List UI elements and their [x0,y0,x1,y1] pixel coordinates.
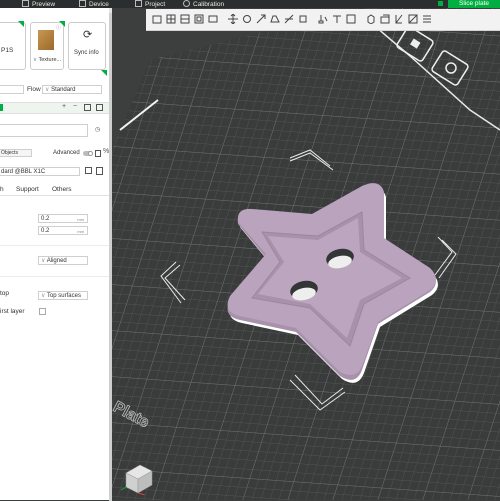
tab-strength[interactable]: h [0,186,4,193]
layer-height-input[interactable]: 0.2 mm [38,214,88,223]
ironing-type-select[interactable]: ∨ Top surfaces [38,291,88,300]
seam-position-select[interactable]: ∨ Aligned [38,256,88,265]
printer-card[interactable]: P1S [0,22,26,70]
add-plate-icon[interactable]: + [62,103,66,110]
build-plate-scene: Plate [112,8,500,500]
filament-corner-marker [59,21,65,27]
split-icon[interactable] [208,14,218,24]
advanced-toggle[interactable] [83,151,93,156]
cut-icon[interactable] [284,14,294,24]
sync-icon: ⟳ [83,29,93,41]
project-icon [135,0,142,7]
objects-toggle[interactable]: Objects [0,149,32,157]
filament-swatch [38,30,54,50]
grid-layout-icon[interactable] [166,14,176,24]
process-preset-select[interactable]: dard @BBL X1C [0,167,80,176]
viewport-toolbar [146,9,500,31]
filament-card[interactable]: ⓘ ∨ Texture... [30,22,64,70]
sync-info-button[interactable]: ⟳ Sync info [68,22,106,70]
cube-view-icon[interactable] [366,14,376,25]
move-icon[interactable] [228,13,238,25]
tab-others[interactable]: Others [52,186,72,193]
slice-options-icon[interactable] [438,1,443,6]
measure-icon[interactable] [394,14,404,24]
left-sidebar: P1S ⓘ ∨ Texture... ⟳ Sync info Flow ∨ St… [0,8,110,500]
flow-corner-marker [101,70,107,76]
save-icon[interactable] [84,104,91,111]
nozzle-select[interactable] [0,85,24,94]
process-section-header: + − [0,102,109,114]
view-cube[interactable] [118,455,158,495]
settings-icon[interactable] [96,104,103,111]
slice-plate-button[interactable]: Slice plate [448,0,500,8]
flow-select[interactable]: ∨ Standard [42,85,102,94]
support-paint-icon[interactable] [298,14,308,24]
printer-model-label: P1S [1,47,14,54]
remove-icon[interactable]: − [73,103,77,110]
first-layer-height-input[interactable]: 0.2 mm [38,226,88,235]
device-icon [79,0,86,7]
add-object-icon[interactable] [152,14,162,24]
filament-name: ∨ Texture... [33,57,62,63]
3d-viewport[interactable]: Plate [112,8,500,500]
preset-save-icon[interactable] [85,167,92,174]
compare-icon[interactable] [95,150,101,157]
layer-slider-icon[interactable] [422,14,432,24]
scale-icon[interactable] [256,14,266,24]
orient-icon[interactable] [180,14,190,24]
clock-icon[interactable]: ◷ [95,126,100,133]
sidebar-scrollbar[interactable] [109,8,112,501]
seam-icon[interactable] [332,14,342,24]
printer-corner-marker [18,21,24,27]
calibration-icon [183,0,190,7]
lay-on-face-icon[interactable] [270,14,280,24]
tab-support[interactable]: Support [16,186,39,193]
preset-edit-icon[interactable] [96,167,103,175]
rotate-icon[interactable] [242,14,252,24]
preview-icon [22,0,29,7]
paint-icon[interactable] [318,14,328,24]
first-layer-checkbox[interactable] [39,308,46,315]
object-search-input[interactable] [0,124,88,137]
layers-icon[interactable] [380,14,390,24]
arrange-icon[interactable] [194,14,204,24]
text-emboss-icon[interactable] [346,14,356,24]
top-menubar: Preview Device Project Calibration Slice… [0,0,500,8]
assembly-icon[interactable] [408,14,418,24]
